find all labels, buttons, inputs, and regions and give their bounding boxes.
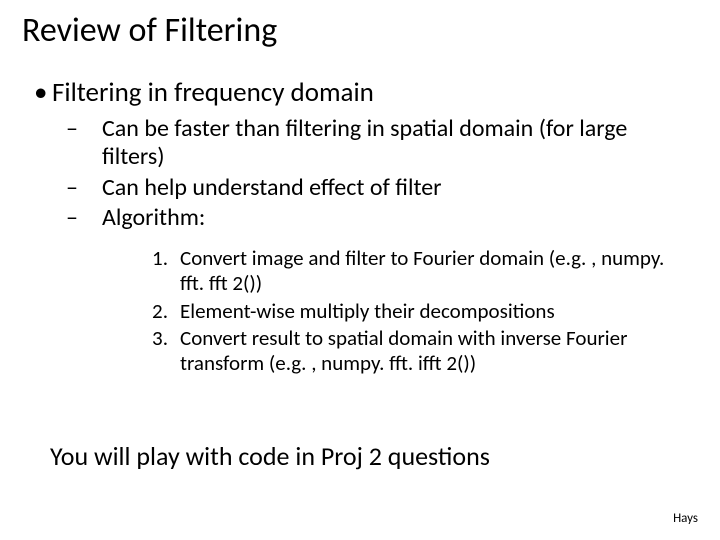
bullet-level-1: •Filtering in frequency domain bbox=[34, 76, 690, 109]
dash-icon: – bbox=[84, 204, 102, 232]
list-number: 2. bbox=[146, 299, 168, 324]
list-number: 3. bbox=[146, 326, 168, 351]
closing-text: You will play with code in Proj 2 questi… bbox=[50, 440, 490, 472]
list-item-text: Element-wise multiply their decompositio… bbox=[180, 298, 555, 324]
bullet-level-2-group: –Can be faster than filtering in spatial… bbox=[84, 115, 690, 376]
list-item: 2. Element-wise multiply their decomposit… bbox=[146, 299, 690, 324]
numbered-list: 1. Convert image and filter to Fourier do… bbox=[146, 246, 690, 376]
slide-body: •Filtering in frequency domain –Can be f… bbox=[34, 76, 690, 378]
list-number: 1. bbox=[146, 246, 168, 271]
dash-icon: – bbox=[84, 174, 102, 202]
bullet-level-2: –Can help understand effect of filter bbox=[84, 174, 690, 202]
bullet-level-2-text: Can help understand effect of filter bbox=[102, 173, 442, 202]
bullet-level-2: –Algorithm: bbox=[84, 204, 690, 232]
bullet-level-2: –Can be faster than filtering in spatial… bbox=[84, 115, 690, 172]
list-item: 3. Convert result to spatial domain with … bbox=[146, 326, 690, 376]
list-item: 1. Convert image and filter to Fourier do… bbox=[146, 246, 690, 296]
list-item-text: Convert result to spatial domain with in… bbox=[180, 325, 627, 376]
credit-text: Hays bbox=[673, 511, 698, 526]
bullet-level-1-text: Filtering in frequency domain bbox=[52, 76, 374, 109]
slide: Review of Filtering •Filtering in freque… bbox=[0, 0, 720, 540]
list-item-text: Convert image and filter to Fourier doma… bbox=[180, 245, 664, 296]
bullet-level-2-text: Can be faster than filtering in spatial … bbox=[102, 114, 627, 171]
dash-icon: – bbox=[84, 115, 102, 143]
bullet-level-2-text: Algorithm: bbox=[102, 203, 205, 232]
slide-title: Review of Filtering bbox=[22, 10, 277, 51]
bullet-dot-icon: • bbox=[34, 76, 52, 109]
